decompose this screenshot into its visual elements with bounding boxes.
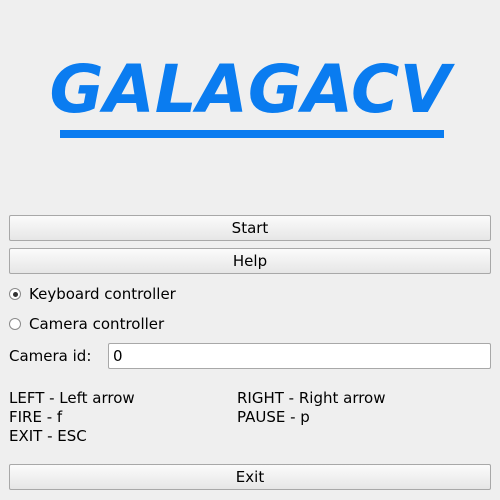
camera-controller-radio[interactable]: Camera controller [9,314,164,334]
radio-selected-icon[interactable] [9,288,21,300]
title-underline [60,130,444,138]
app-title: GALAGACV [49,51,451,128]
control-left-text: LEFT - Left arrow [9,389,135,407]
control-right-text: RIGHT - Right arrow [237,389,386,407]
help-button[interactable]: Help [9,248,491,274]
camera-controller-label: Camera controller [29,315,165,333]
control-exit-text: EXIT - ESC [9,427,87,445]
control-fire-text: FIRE - f [9,408,63,426]
keyboard-controller-label: Keyboard controller [29,285,176,303]
camera-id-label: Camera id: [9,347,92,365]
radio-unselected-icon[interactable] [9,318,21,330]
keyboard-controller-radio[interactable]: Keyboard controller [9,284,176,304]
exit-button[interactable]: Exit [9,464,491,490]
camera-id-input[interactable] [108,343,491,369]
control-pause-text: PAUSE - p [237,408,310,426]
start-button[interactable]: Start [9,215,491,241]
